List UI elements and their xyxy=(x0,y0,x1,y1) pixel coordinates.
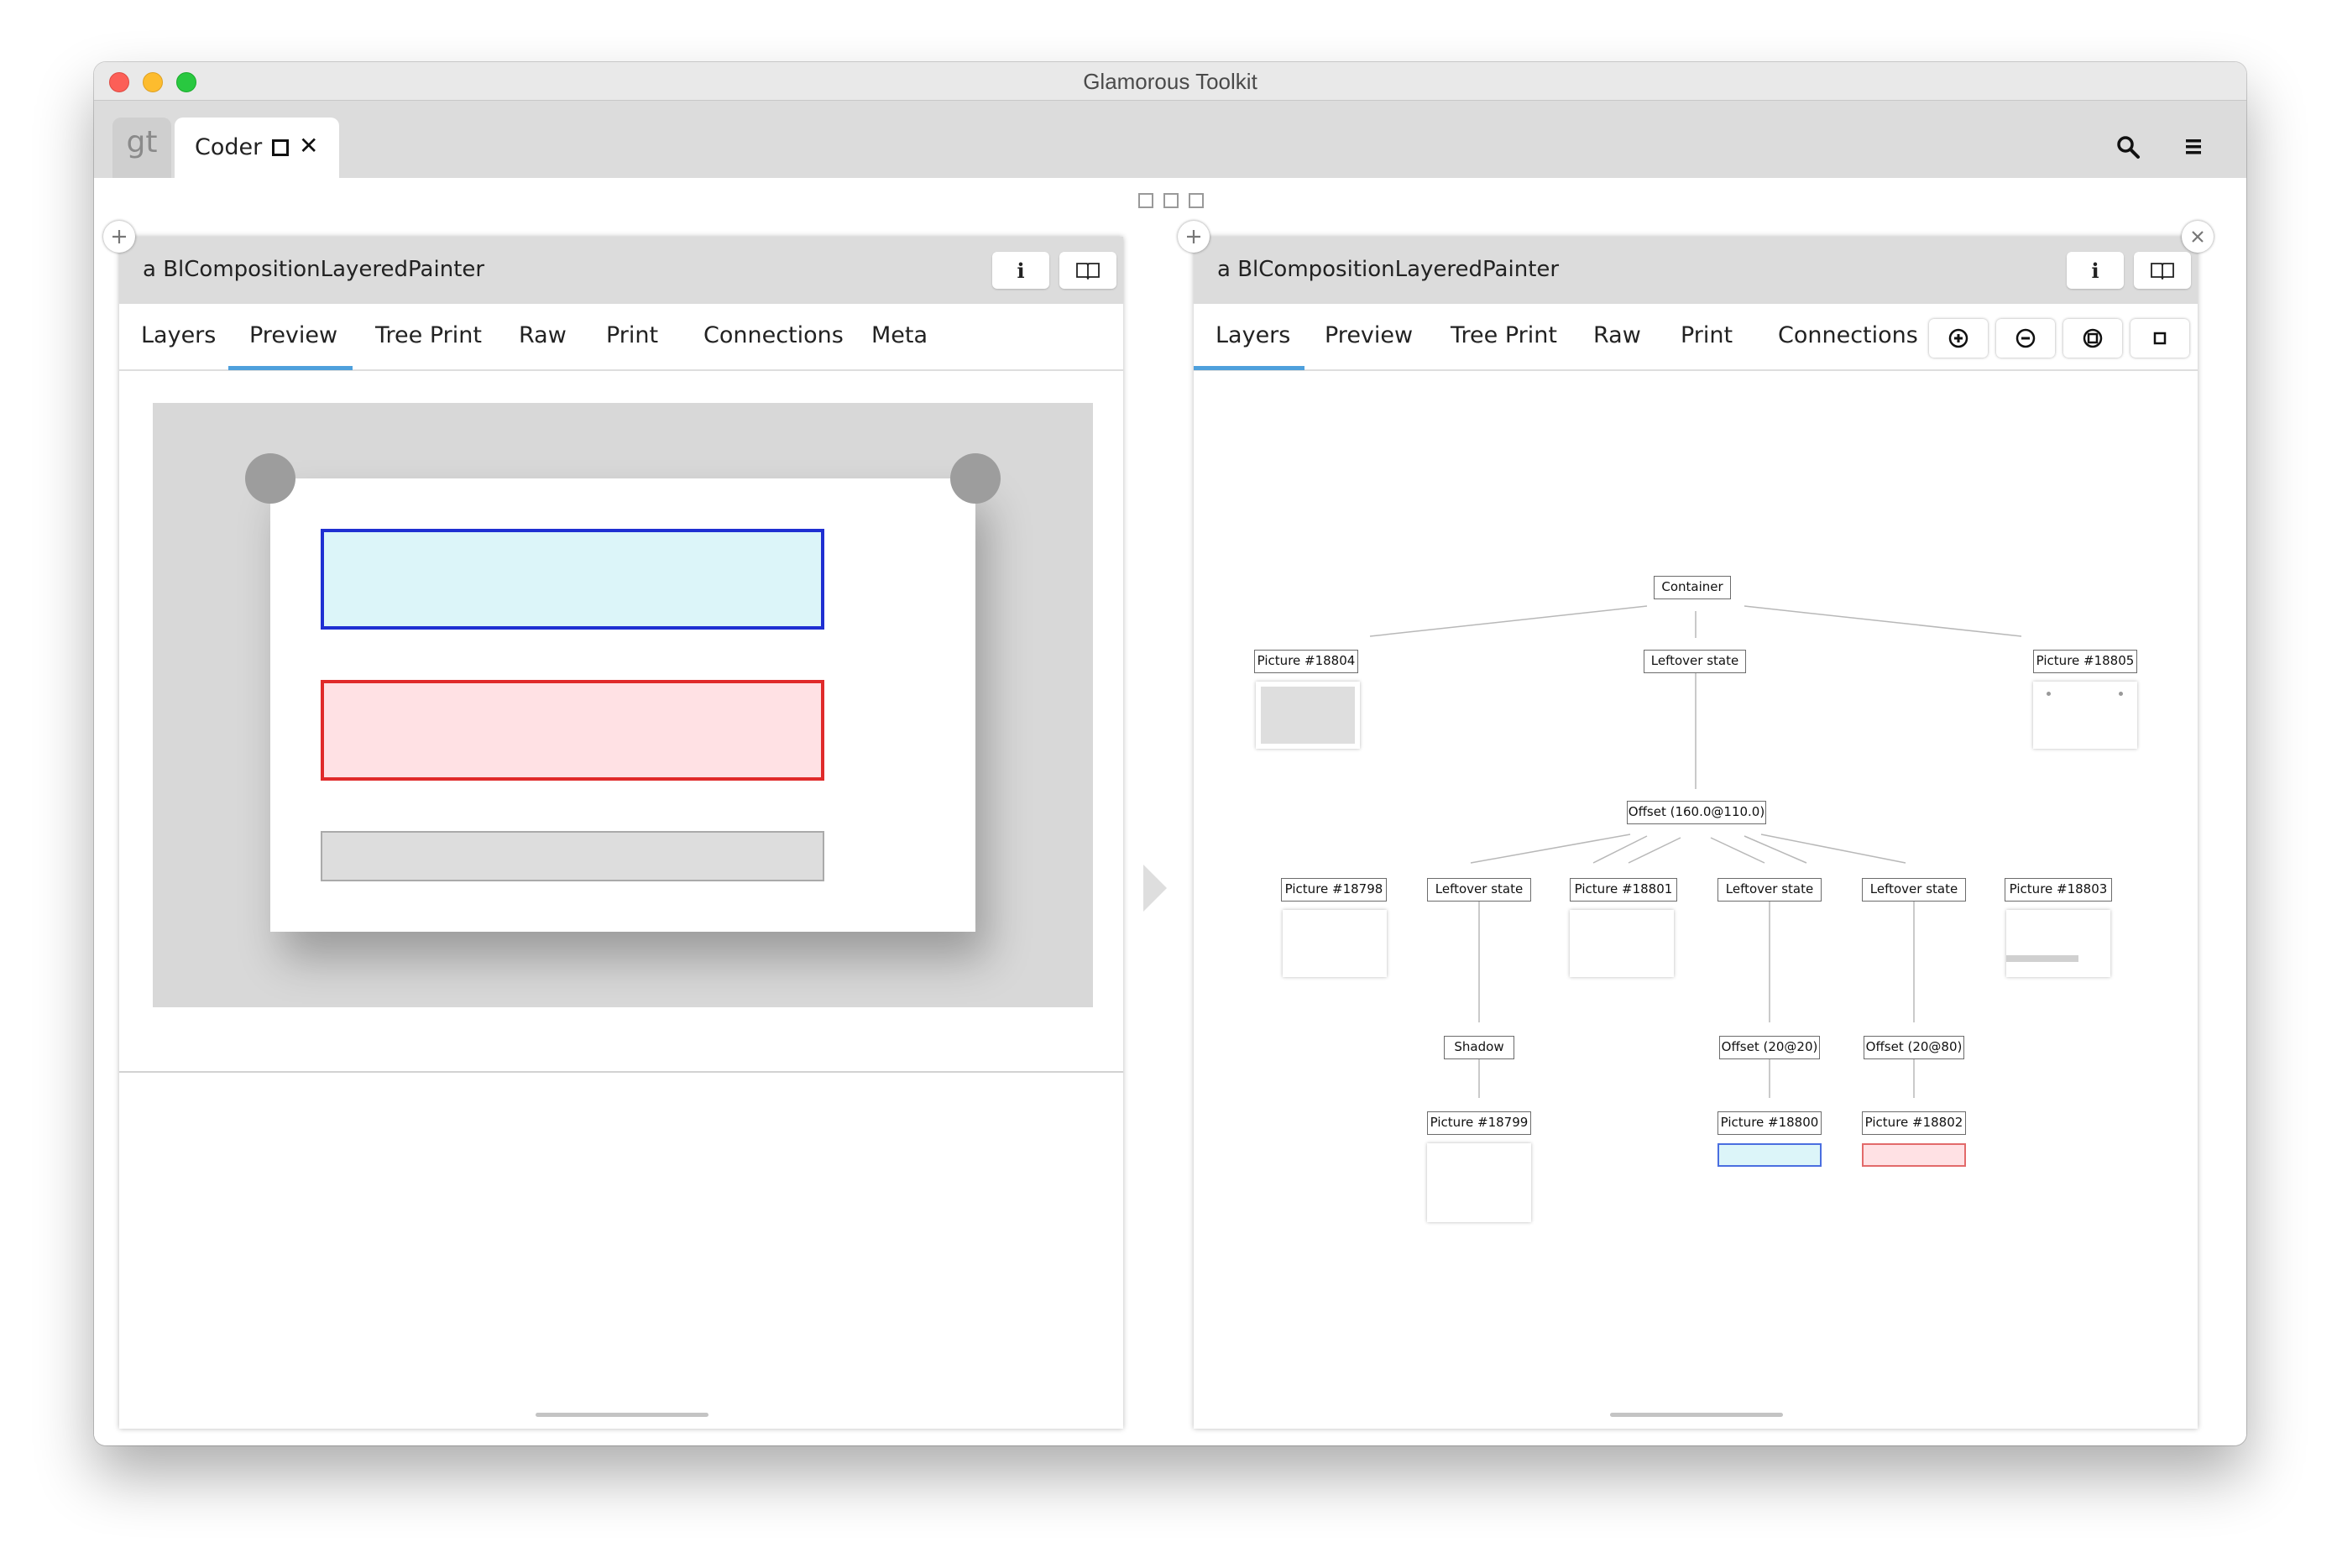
picture-thumbnail-red[interactable] xyxy=(1862,1143,1966,1167)
left-pane-header: a BlCompositionLayeredPainter i xyxy=(119,237,1123,304)
tree-node-offset[interactable]: Offset (20@20) xyxy=(1719,1036,1820,1059)
window-title: Glamorous Toolkit xyxy=(1083,69,1257,94)
tab-layers[interactable]: Layers xyxy=(141,322,216,348)
pager-dot[interactable] xyxy=(1138,193,1153,208)
red-rectangle xyxy=(321,680,824,781)
tree-node-picture[interactable]: Picture #18798 xyxy=(1281,878,1387,902)
picture-thumbnail[interactable] xyxy=(1283,910,1387,977)
pager-dot[interactable] xyxy=(1163,193,1179,208)
left-pane-title: a BlCompositionLayeredPainter xyxy=(143,257,485,282)
plus-icon xyxy=(112,230,126,243)
title-bar: Glamorous Toolkit xyxy=(94,62,2246,101)
picture-thumbnail[interactable] xyxy=(1570,910,1674,977)
left-pane: a BlCompositionLayeredPainter i Layers P… xyxy=(119,237,1123,1429)
drag-handle[interactable] xyxy=(245,453,295,504)
info-button[interactable]: i xyxy=(992,252,1049,289)
close-x-icon[interactable]: ✕ xyxy=(299,132,318,159)
tab-preview[interactable]: Preview xyxy=(249,322,337,348)
scroll-indicator[interactable] xyxy=(1610,1413,1783,1417)
picture-thumbnail-blue[interactable] xyxy=(1717,1143,1822,1167)
picture-thumbnail[interactable] xyxy=(1256,682,1360,749)
pane-arrow-icon xyxy=(1143,865,1167,912)
gt-logo[interactable]: gt xyxy=(112,118,171,178)
book-button[interactable] xyxy=(1059,252,1116,289)
tab-bar: gt Coder ✕ xyxy=(94,101,2246,178)
picture-thumbnail[interactable] xyxy=(1427,1143,1531,1222)
close-pane-button[interactable] xyxy=(2182,221,2214,253)
book-icon xyxy=(1076,263,1100,280)
tree-node-picture[interactable]: Picture #18804 xyxy=(1254,650,1358,673)
tree-node-offset[interactable]: Offset (160.0@110.0) xyxy=(1627,801,1766,824)
tab-tree-print[interactable]: Tree Print xyxy=(375,322,482,348)
tree-edges xyxy=(1369,605,2022,1098)
hamburger-menu-icon[interactable] xyxy=(2184,138,2203,156)
left-pane-tabs: Layers Preview Tree Print Raw Print Conn… xyxy=(119,304,1123,371)
tree-node-leftover-state[interactable]: Leftover state xyxy=(1427,878,1531,902)
active-tab-indicator xyxy=(228,366,353,370)
drag-handle[interactable] xyxy=(950,453,1001,504)
tree-node-picture[interactable]: Picture #18803 xyxy=(2005,878,2112,902)
add-pane-button[interactable] xyxy=(1178,221,1210,253)
tree-node-shadow[interactable]: Shadow xyxy=(1444,1036,1514,1059)
tree-node-leftover-state[interactable]: Leftover state xyxy=(1862,878,1966,902)
info-icon: i xyxy=(1017,258,1025,283)
picture-thumbnail[interactable] xyxy=(2006,910,2110,977)
right-pane: a BlCompositionLayeredPainter i Layers P… xyxy=(1194,237,2198,1429)
thumbnail-dot xyxy=(2119,692,2123,696)
tab-connections[interactable]: Connections xyxy=(703,322,844,348)
tree-node-picture[interactable]: Picture #18800 xyxy=(1717,1111,1822,1135)
plus-icon xyxy=(1187,230,1200,243)
tree-node-picture[interactable]: Picture #18805 xyxy=(2033,650,2137,673)
blue-rectangle xyxy=(321,529,824,630)
maximize-square-icon[interactable] xyxy=(272,139,289,156)
tab-coder[interactable]: Coder ✕ xyxy=(175,118,339,178)
pane-divider xyxy=(119,1071,1123,1073)
tab-coder-label: Coder xyxy=(195,134,263,160)
tree-node-picture[interactable]: Picture #18802 xyxy=(1862,1111,1966,1135)
thumbnail-gray-bar xyxy=(2006,955,2078,962)
preview-card xyxy=(270,478,975,932)
tree-node-offset[interactable]: Offset (20@80) xyxy=(1864,1036,1964,1059)
tree-node-container[interactable]: Container xyxy=(1654,576,1731,599)
app-window: Glamorous Toolkit gt Coder ✕ a BlComposi… xyxy=(94,62,2246,1445)
tab-raw[interactable]: Raw xyxy=(519,322,567,348)
picture-thumbnail[interactable] xyxy=(2033,682,2137,749)
close-icon xyxy=(2192,231,2204,243)
add-pane-button[interactable] xyxy=(103,221,135,253)
tree-node-leftover-state[interactable]: Leftover state xyxy=(1644,650,1746,673)
search-icon[interactable] xyxy=(2115,134,2141,159)
pager-dot[interactable] xyxy=(1189,193,1204,208)
thumbnail-gray-fill xyxy=(1261,687,1355,744)
thumbnail-dot xyxy=(2047,692,2051,696)
tab-meta[interactable]: Meta xyxy=(871,322,928,348)
tree-node-picture[interactable]: Picture #18801 xyxy=(1570,878,1677,902)
scroll-indicator[interactable] xyxy=(536,1413,708,1417)
tree-node-picture[interactable]: Picture #18799 xyxy=(1427,1111,1531,1135)
workspace: a BlCompositionLayeredPainter i Layers P… xyxy=(94,178,2246,1445)
preview-canvas xyxy=(153,403,1093,1007)
gray-rectangle xyxy=(321,831,824,881)
tree-node-leftover-state[interactable]: Leftover state xyxy=(1717,878,1822,902)
tab-print[interactable]: Print xyxy=(606,322,658,348)
